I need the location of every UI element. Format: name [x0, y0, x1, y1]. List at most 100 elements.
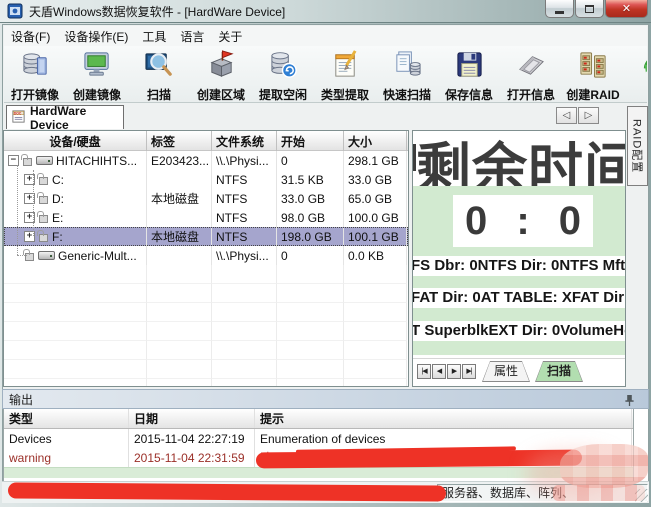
redaction-blur [553, 485, 645, 501]
toolbar-button-label: 打开信息 [507, 86, 555, 103]
scan-stat-row-0: FS Dbr: 0NTFS Dir: 0NTFS Mft: [412, 256, 626, 276]
tab-scroll-right-button[interactable]: ▷ [578, 107, 599, 124]
menu-item-3[interactable]: 语言 [173, 26, 211, 47]
output-panel-header: 输出 [2, 389, 649, 409]
empty-cell [4, 265, 147, 284]
empty-cell [147, 322, 212, 341]
minimize-button[interactable] [545, 0, 574, 18]
toolbar-button-9[interactable]: 创建RAID [562, 46, 624, 102]
menu-item-1[interactable]: 设备操作(E) [57, 26, 135, 47]
empty-cell [147, 303, 212, 322]
empty-cell [277, 322, 344, 341]
menu-item-2[interactable]: 工具 [135, 26, 173, 47]
empty-grid-row [4, 360, 408, 379]
empty-cell [212, 379, 277, 387]
menu-item-4[interactable]: 关于 [211, 26, 249, 47]
column-header-2[interactable]: 文件系统 [212, 131, 277, 151]
first-page-button[interactable]: |◀ [417, 364, 431, 379]
device-row-2[interactable]: +D:本地磁盘NTFS33.0 GB65.0 GB [4, 189, 408, 208]
device-fs-cell: \\.\Physi... [212, 151, 277, 170]
empty-grid-row [4, 322, 408, 341]
output-table-header: 类型日期提示 [4, 409, 633, 429]
empty-cell [147, 379, 212, 387]
next-page-button[interactable]: ▶ [447, 364, 461, 379]
empty-grid-row [4, 379, 408, 387]
toolbar-button-7[interactable]: 保存信息 [438, 46, 500, 102]
output-column-header-1[interactable]: 日期 [129, 409, 255, 428]
tree-connector [17, 165, 18, 255]
app-window: 天盾Windows数据恢复软件 - [HardWare Device] ✕ 设备… [0, 0, 651, 507]
toolbar-button-8[interactable]: 打开信息 [500, 46, 562, 102]
toolbar-button-3[interactable]: 创建区域 [190, 46, 252, 102]
empty-cell [147, 284, 212, 303]
dock-pin-button[interactable] [622, 393, 636, 407]
toolbar-button-1[interactable]: 创建镜像 [66, 46, 128, 102]
prev-page-button[interactable]: ◀ [432, 364, 446, 379]
device-size-cell: 0.0 KB [344, 246, 407, 265]
empty-cell [147, 265, 212, 284]
empty-cell [277, 265, 344, 284]
tab-raid-config[interactable]: RAID配置 [627, 106, 648, 186]
output-row-0[interactable]: Devices2015-11-04 22:27:19Enumeration of… [4, 429, 633, 448]
device-start-cell: 33.0 GB [277, 189, 344, 208]
open-image-icon [20, 49, 51, 85]
redaction-blur [560, 444, 648, 488]
column-header-4[interactable]: 大小 [344, 131, 407, 151]
output-column-header-2[interactable]: 提示 [255, 409, 632, 428]
toolbar-button-label: 提取空闲 [259, 86, 307, 103]
device-row-1[interactable]: +C:NTFS31.5 KB33.0 GB [4, 170, 408, 189]
empty-cell [344, 265, 407, 284]
output-date-cell: 2015-11-04 22:31:59 [129, 448, 255, 467]
output-type-cell: Devices [4, 429, 129, 448]
toolbar-button-0[interactable]: 打开镜像 [4, 46, 66, 102]
menu-item-0[interactable]: 设备(F) [4, 26, 57, 47]
toolbar-button-2[interactable]: 扫描 [128, 46, 190, 102]
device-fs-cell: \\.\Physi... [212, 246, 277, 265]
tab-properties[interactable]: 属性 [482, 361, 530, 382]
lock-icon [23, 158, 32, 166]
empty-cell [277, 284, 344, 303]
device-label-cell [147, 246, 212, 265]
restore-button[interactable] [575, 0, 604, 18]
device-name: HITACHIHTS... [56, 154, 137, 168]
device-size-cell: 100.0 GB [344, 208, 407, 227]
title-bar: 天盾Windows数据恢复软件 - [HardWare Device] ✕ [0, 0, 651, 23]
device-row-0[interactable]: −HITACHIHTS...E203423...\\.\Physi...0298… [4, 151, 408, 170]
output-row-highlight [4, 467, 633, 478]
empty-cell [212, 341, 277, 360]
toolbar-button-10[interactable] [624, 46, 647, 102]
device-label-cell [147, 170, 212, 189]
last-page-button[interactable]: ▶| [462, 364, 476, 379]
device-size-cell: 298.1 GB [344, 151, 407, 170]
device-fs-cell: NTFS [212, 189, 277, 208]
column-header-0[interactable]: 设备/硬盘 [4, 131, 147, 151]
tab-label: 属性 [483, 362, 529, 381]
empty-cell [4, 341, 147, 360]
toolbar-button-4[interactable]: 提取空闲 [252, 46, 314, 102]
tab-scroll-left-button[interactable]: ◁ [556, 107, 577, 124]
output-date-cell: 2015-11-04 22:27:19 [129, 429, 255, 448]
toolbar-button-5[interactable]: 类型提取 [314, 46, 376, 102]
toolbar-button-6[interactable]: 快速扫描 [376, 46, 438, 102]
device-row-4[interactable]: +F:本地磁盘NTFS198.0 GB100.1 GB [4, 227, 408, 246]
device-start-cell: 98.0 GB [277, 208, 344, 227]
tab-scan[interactable]: 扫描 [535, 361, 583, 382]
toolbar-button-label: 打开镜像 [11, 86, 59, 103]
device-row-5[interactable]: Generic-Mult...\\.\Physi...00.0 KB [4, 246, 408, 265]
close-icon: ✕ [622, 2, 631, 15]
column-header-3[interactable]: 开始 [277, 131, 344, 151]
extract-free-icon [268, 49, 299, 85]
disk-drive-icon [38, 251, 55, 260]
device-start-cell: 198.0 GB [277, 227, 344, 246]
device-start-cell: 0 [277, 246, 344, 265]
output-column-header-0[interactable]: 类型 [4, 409, 129, 428]
device-label-cell [147, 208, 212, 227]
column-header-1[interactable]: 标签 [147, 131, 212, 151]
device-row-3[interactable]: +E:NTFS98.0 GB100.0 GB [4, 208, 408, 227]
device-name-cell: +F: [4, 227, 147, 246]
app-icon [7, 3, 23, 19]
empty-cell [212, 284, 277, 303]
close-button[interactable]: ✕ [605, 0, 648, 18]
tab-hardware-device[interactable]: DOC HardWare Device [6, 105, 124, 129]
device-name: C: [52, 173, 64, 187]
